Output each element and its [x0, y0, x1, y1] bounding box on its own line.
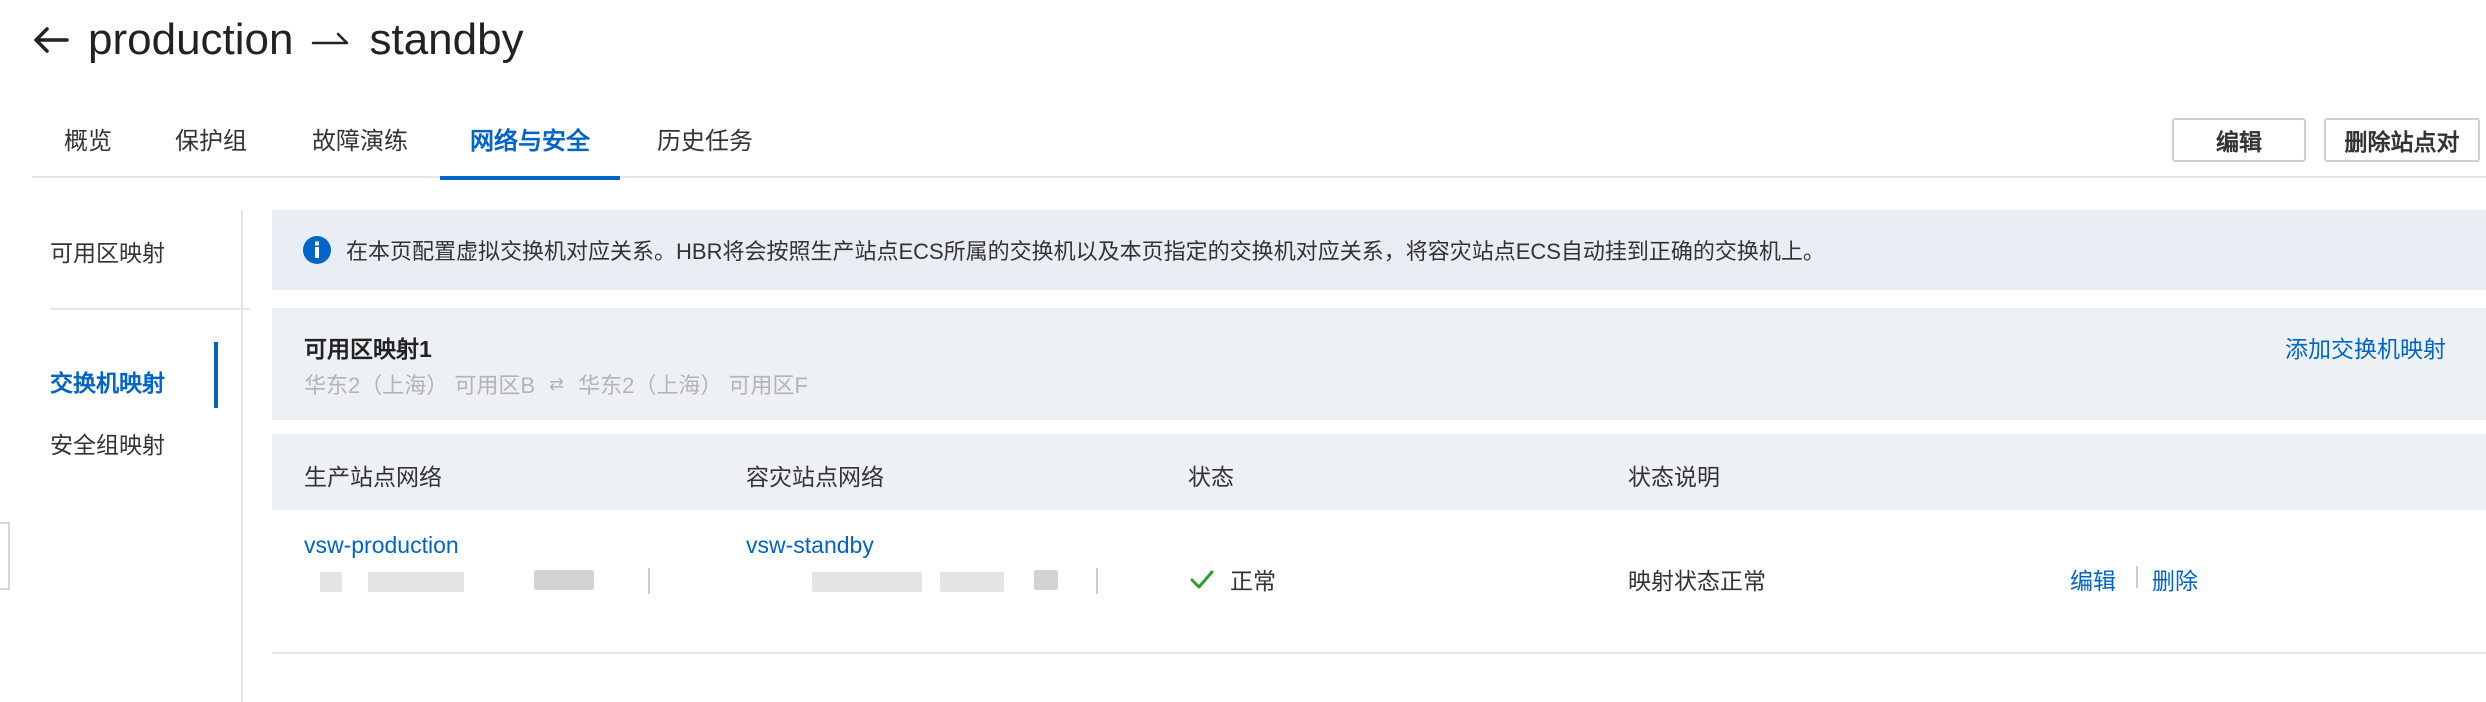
info-banner: 在本页配置虚拟交换机对应关系。HBR将会按照生产站点ECS所属的交换机以及本页指…: [272, 210, 2486, 290]
tab-history-tasks[interactable]: 历史任务: [657, 112, 753, 178]
side-active-indicator: [214, 342, 218, 408]
cell-separator: [648, 568, 650, 594]
side-divider: [50, 308, 250, 310]
page: production standby 概览 保护组 故障演练 网络与安全 历史任…: [0, 0, 2486, 702]
title-bar: production standby: [28, 10, 524, 70]
side-item-switch-mapping[interactable]: 交换机映射: [50, 364, 165, 398]
redacted-text: [1034, 570, 1058, 590]
table-header: 生产站点网络 容灾站点网络 状态 状态说明: [272, 434, 2486, 510]
column-status: 状态: [1188, 464, 1234, 490]
info-text: 在本页配置虚拟交换机对应关系。HBR将会按照生产站点ECS所属的交换机以及本页指…: [346, 239, 1825, 264]
source-zone: 华东2（上海） 可用区B: [304, 373, 536, 398]
vertical-divider: [241, 210, 243, 702]
check-icon: [1190, 570, 1214, 589]
status-cell: 正常: [1188, 562, 1276, 596]
column-production-network: 生产站点网络: [304, 464, 442, 490]
tab-failover-drill[interactable]: 故障演练: [312, 112, 408, 178]
row-edit-link[interactable]: 编辑: [2070, 562, 2116, 596]
row-delete-link[interactable]: 删除: [2152, 562, 2198, 596]
tab-network-security[interactable]: 网络与安全: [440, 112, 620, 180]
table-row: vsw-production vsw-standby 正常 映射状态正常 编辑 …: [272, 510, 2486, 654]
redacted-text: [368, 572, 464, 592]
page-title: production standby: [88, 15, 524, 65]
cell-separator: [1096, 568, 1098, 594]
title-source-site: production: [88, 15, 294, 64]
redacted-text: [534, 570, 594, 590]
redacted-text: [320, 572, 342, 592]
back-arrow-icon[interactable]: [28, 17, 74, 63]
status-description: 映射状态正常: [1628, 568, 1766, 594]
zone-mapping-header: 可用区映射1 华东2（上海） 可用区B ⇄ 华东2（上海） 可用区F 添加交换机…: [272, 308, 2486, 420]
add-switch-mapping-link[interactable]: 添加交换机映射: [2285, 330, 2446, 364]
zone-mapping-title: 可用区映射1: [304, 336, 432, 362]
action-separator: [2136, 566, 2138, 588]
redacted-text: [812, 572, 922, 592]
swap-arrows-icon: ⇄: [549, 373, 565, 394]
info-icon: [303, 236, 331, 264]
side-item-zone-mapping[interactable]: 可用区映射: [50, 234, 165, 268]
side-item-security-group-mapping[interactable]: 安全组映射: [50, 426, 165, 460]
standby-vswitch-link[interactable]: vsw-standby: [746, 532, 874, 559]
zone-mapping-detail: 华东2（上海） 可用区B ⇄ 华东2（上海） 可用区F: [304, 368, 808, 400]
column-status-description: 状态说明: [1628, 464, 1720, 490]
column-standby-network: 容灾站点网络: [746, 464, 884, 490]
target-zone: 华东2（上海） 可用区F: [578, 373, 808, 398]
collapsed-panel-edge[interactable]: [0, 522, 10, 590]
title-target-site: standby: [369, 15, 524, 64]
redacted-text: [940, 572, 1004, 592]
edit-button[interactable]: 编辑: [2172, 118, 2306, 162]
tab-overview[interactable]: 概览: [64, 112, 112, 178]
production-vswitch-link[interactable]: vsw-production: [304, 532, 459, 559]
right-half-arrow-icon: [311, 28, 351, 52]
status-text: 正常: [1230, 568, 1276, 594]
tab-protection-group[interactable]: 保护组: [175, 112, 247, 178]
tab-bar: 概览 保护组 故障演练 网络与安全 历史任务: [32, 112, 2486, 180]
delete-site-pair-button[interactable]: 删除站点对: [2324, 118, 2480, 162]
